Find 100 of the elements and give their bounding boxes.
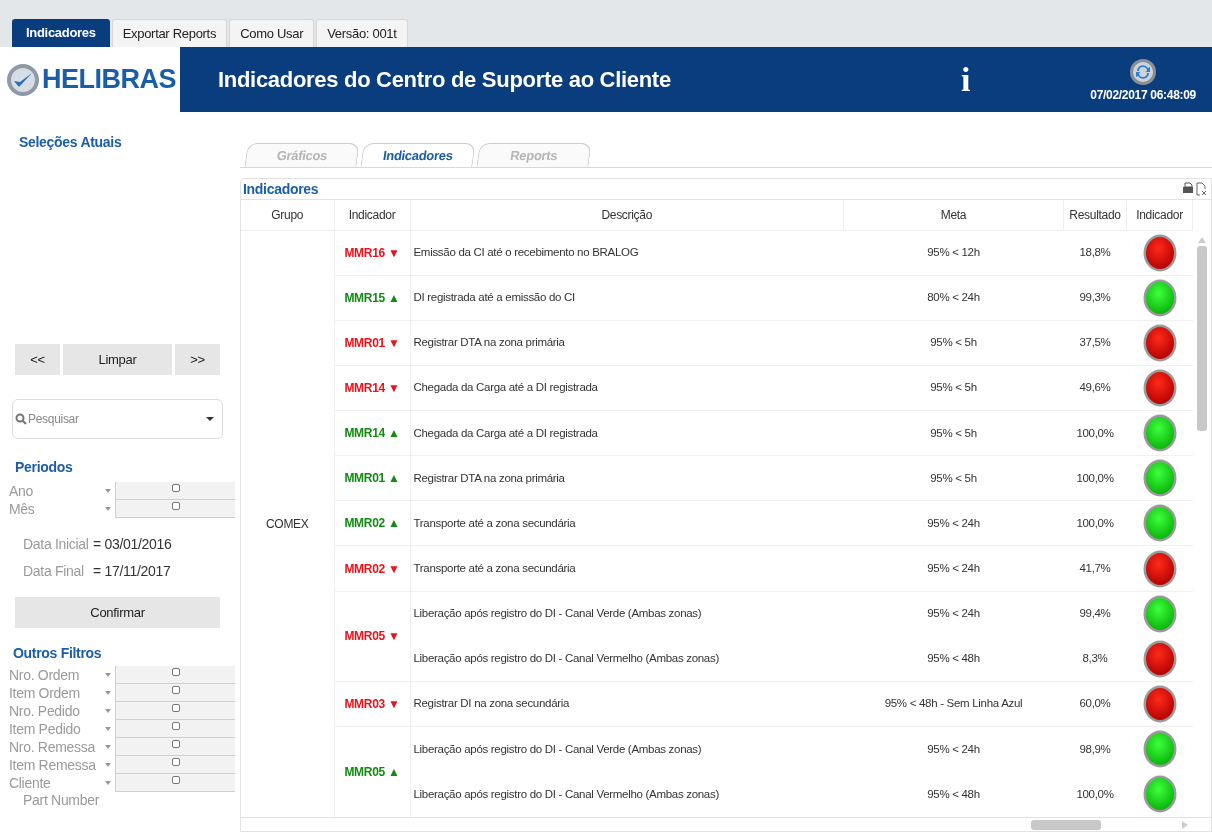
- table-cell: 100,0%: [1076, 471, 1114, 484]
- table-cell: Transporte até a zona secundária: [413, 561, 576, 574]
- filter-label: Part Number: [22, 792, 101, 808]
- table-cell: 95% < 24h: [927, 607, 980, 620]
- section-title: Outros Filtros: [12, 644, 103, 663]
- filter-label: Nro. Remessa: [8, 738, 97, 756]
- sheet-tab[interactable]: Indicadores: [360, 143, 476, 167]
- table-cell: 95% < 24h: [927, 561, 980, 574]
- table-cell: 41,7%: [1079, 561, 1111, 574]
- column-header: Descrição: [410, 200, 844, 230]
- indicator-code: MMR05 ▲: [344, 765, 400, 779]
- nav-button[interactable]: Limpar: [63, 344, 172, 375]
- filter-label: Mês: [8, 500, 36, 518]
- nav-button[interactable]: >>: [175, 344, 220, 375]
- search-icon: [15, 413, 27, 425]
- indicator-code: MMR03 ▼: [344, 696, 400, 711]
- table-cell: Transporte até a zona secundária: [413, 516, 576, 529]
- table-cell: Emissão da CI até o recebimento no BRALOG: [413, 245, 639, 258]
- table-cell: Liberação após registro do DI - Canal Vermelho (Ambas zonas): [413, 651, 719, 664]
- table-cell: Registrar DTA na zona primária: [413, 336, 565, 349]
- date-value: = 17/11/2017: [93, 562, 171, 581]
- table-cell: Registrar DTA na zona primária: [413, 471, 565, 484]
- table-cell: 95% < 5h: [930, 381, 977, 394]
- indicator-code: MMR14 ▲: [344, 426, 400, 441]
- column-header: Indicador: [334, 200, 410, 230]
- table-cell: Registrar DI na zona secundária: [413, 697, 570, 710]
- indicator-code: MMR01 ▼: [344, 335, 400, 350]
- table-cell: Chegada da Carga até a DI registrada: [413, 426, 598, 439]
- column-header: Indicador: [1126, 200, 1193, 230]
- top-tab[interactable]: Como Usar: [229, 19, 315, 47]
- scroll-thumb[interactable]: [1031, 819, 1101, 830]
- table-cell: 95% < 5h: [930, 336, 977, 349]
- column-header: Resultado: [1063, 200, 1127, 230]
- column-header: Meta: [843, 200, 1064, 230]
- logo-text: HELIBRAS: [42, 63, 176, 97]
- panel-title: Indicadores: [243, 179, 319, 199]
- logo-icon: [6, 62, 40, 97]
- datetime: 07/02/2017 06:48:09: [1090, 86, 1196, 104]
- table-cell: 95% < 48h - Sem Linha Azul: [884, 697, 1023, 710]
- filter-field[interactable]: [115, 702, 235, 720]
- date-label: Data Final: [23, 562, 85, 581]
- filter-field[interactable]: [115, 774, 235, 792]
- scroll-up-icon[interactable]: [1198, 236, 1206, 244]
- filter-field[interactable]: [115, 720, 235, 738]
- top-tab[interactable]: Exportar Reports: [111, 19, 228, 47]
- filter-field[interactable]: [115, 500, 235, 518]
- filter-label: Item Pedido: [8, 720, 82, 738]
- indicator-code: MMR16 ▼: [344, 245, 400, 260]
- info-button[interactable]: i: [961, 54, 971, 105]
- table-cell: 80% < 24h: [927, 291, 980, 304]
- filter-field[interactable]: [115, 738, 235, 756]
- table-cell: Liberação após registro do DI - Canal Vermelho (Ambas zonas): [413, 787, 719, 800]
- table-cell: Chegada da Carga até a DI registrada: [413, 381, 598, 394]
- scroll-thumb[interactable]: [1197, 246, 1207, 431]
- indicator-code: MMR01 ▲: [344, 471, 400, 486]
- filter-field[interactable]: [115, 482, 235, 500]
- indicator-code: MMR05 ▼: [344, 629, 400, 644]
- indicator-code: MMR15 ▲: [344, 290, 400, 305]
- filter-field[interactable]: [115, 756, 235, 774]
- refresh-icon[interactable]: [1129, 57, 1158, 86]
- top-tab[interactable]: Indicadores: [12, 19, 110, 47]
- table-cell: 95% < 5h: [930, 426, 977, 439]
- section-title: Periodos: [14, 458, 74, 477]
- confirm-button[interactable]: Confirmar: [15, 597, 220, 628]
- table-cell: 99,4%: [1079, 607, 1111, 620]
- table-cell: COMEX: [266, 516, 309, 531]
- table-cell: 100,0%: [1076, 426, 1114, 439]
- indicator-code: MMR02 ▼: [344, 561, 400, 576]
- search-box[interactable]: Pesquisar: [12, 399, 223, 439]
- table-cell: 49,6%: [1079, 381, 1111, 394]
- filter-label: Nro. Pedido: [8, 702, 81, 720]
- filter-label: Nro. Ordem: [8, 666, 81, 684]
- filter-label: Item Ordem: [8, 684, 81, 702]
- indicator-code: MMR02 ▲: [344, 516, 400, 531]
- dropdown-caret-icon[interactable]: [206, 416, 214, 422]
- scroll-right-icon[interactable]: [1181, 820, 1189, 829]
- table-cell: 95% < 48h: [927, 651, 980, 664]
- table-cell: 95% < 24h: [927, 742, 980, 755]
- table-cell: Liberação após registro do DI - Canal Verde (Ambas zonas): [413, 742, 702, 755]
- table-cell: 95% < 24h: [927, 516, 980, 529]
- filter-label: Cliente: [8, 774, 52, 792]
- table-cell: Liberação após registro do DI - Canal Verde (Ambas zonas): [413, 607, 702, 620]
- filter-field[interactable]: [115, 684, 235, 702]
- table-cell: 37,5%: [1079, 336, 1111, 349]
- table-cell: 100,0%: [1076, 516, 1114, 529]
- top-tab[interactable]: Versão: 001t: [316, 19, 408, 47]
- filter-label: Item Remessa: [8, 756, 97, 774]
- table-cell: 98,9%: [1079, 742, 1111, 755]
- date-label: Data Inicial: [23, 535, 90, 554]
- filter-field[interactable]: [115, 666, 235, 684]
- search-input[interactable]: Pesquisar: [28, 410, 206, 428]
- column-header: Grupo: [241, 200, 334, 230]
- horizontal-scrollbar[interactable]: [241, 817, 1211, 831]
- table-cell: 99,3%: [1079, 291, 1111, 304]
- nav-button[interactable]: <<: [15, 344, 60, 375]
- table-cell: 95% < 12h: [927, 245, 980, 258]
- table-cell: 18,8%: [1079, 245, 1111, 258]
- table-cell: 100,0%: [1076, 787, 1114, 800]
- table-cell: 95% < 48h: [927, 787, 980, 800]
- table-cell: 8,3%: [1082, 651, 1108, 664]
